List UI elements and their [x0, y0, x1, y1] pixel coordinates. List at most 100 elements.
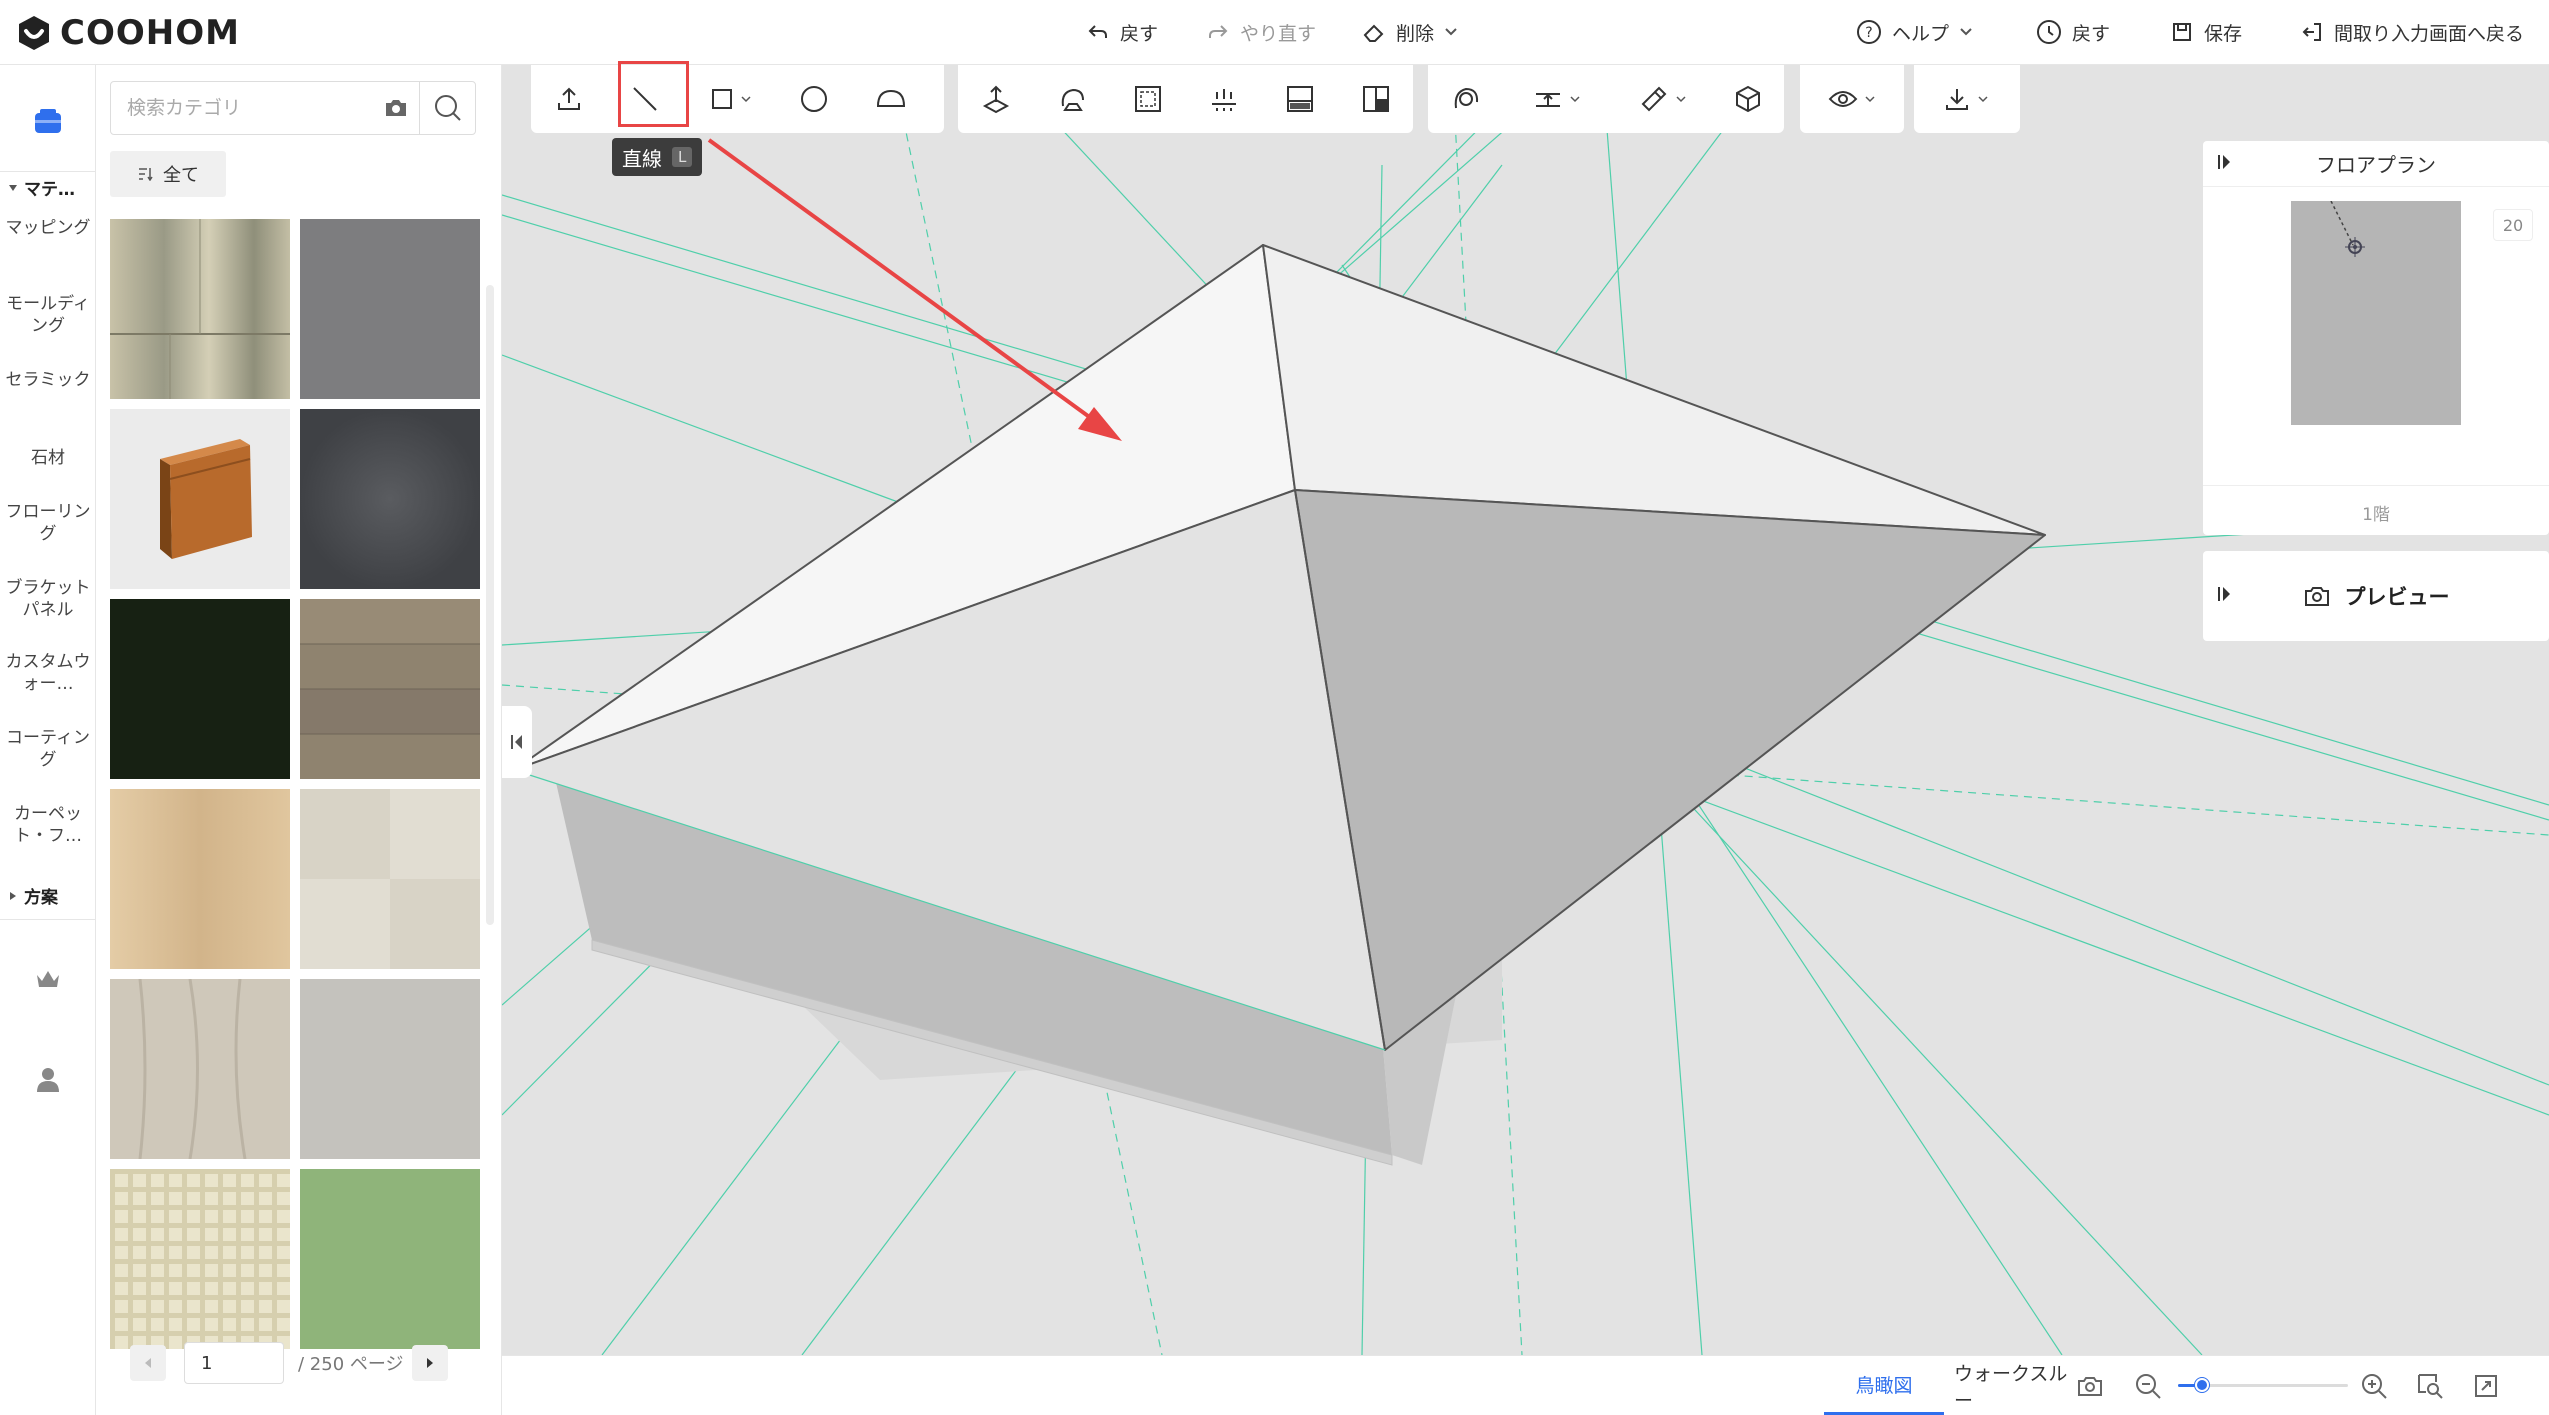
left-rail: マテ… マッピング モールディング セラミック 石材 フローリング ブラケットパ…: [0, 65, 96, 1415]
gray-fabric-swatch: [300, 219, 480, 399]
rail-item-carpet[interactable]: カーペット・フ…: [4, 803, 92, 847]
back-label: 間取り入力画面へ戻る: [2334, 22, 2525, 45]
material-section-toggle[interactable]: マテ…: [8, 175, 75, 200]
orbit-tool[interactable]: [1436, 73, 1496, 125]
undo-label: 戻す: [1120, 22, 1159, 45]
zoom-selection-button[interactable]: [2414, 1370, 2446, 1402]
export-tool-group: [1914, 65, 2020, 133]
section-tool[interactable]: [1270, 73, 1330, 125]
wood-skirting-swatch: [110, 409, 290, 589]
fit-view-button[interactable]: [2470, 1370, 2502, 1402]
circle-icon: [801, 86, 827, 112]
upload-tool[interactable]: [539, 73, 599, 125]
material-tile[interactable]: [300, 789, 480, 969]
rectangle-tool[interactable]: [691, 73, 771, 125]
rail-item-bracket-panel[interactable]: ブラケットパネル: [4, 577, 92, 621]
plan-section-toggle[interactable]: 方案: [8, 883, 58, 908]
material-tab[interactable]: [0, 85, 96, 157]
rail-item-ceramic[interactable]: セラミック: [4, 369, 92, 391]
back-to-floorplan-button[interactable]: 間取り入力画面へ戻る: [2300, 14, 2524, 50]
zoom-slider-handle[interactable]: [2194, 1378, 2209, 1392]
layers-tool[interactable]: [1346, 73, 1406, 125]
plan-section-label: 方案: [24, 888, 58, 908]
premium-crown-button[interactable]: [0, 955, 96, 1003]
next-page-button[interactable]: [412, 1345, 448, 1381]
camera-icon: [386, 100, 406, 116]
rotate-tool[interactable]: [1042, 73, 1102, 125]
push-pull-tool[interactable]: [966, 73, 1026, 125]
view-tool[interactable]: [1808, 73, 1896, 125]
paint-tool[interactable]: [1618, 73, 1708, 125]
search-input[interactable]: [111, 82, 373, 134]
material-tile[interactable]: [110, 789, 290, 969]
exit-icon: [2302, 23, 2321, 41]
circle-tool[interactable]: [784, 73, 844, 125]
page-input[interactable]: [184, 1342, 284, 1384]
export-tool[interactable]: [1922, 73, 2010, 125]
floorplan-toggle-button[interactable]: [2217, 153, 2233, 175]
search-button[interactable]: [419, 82, 475, 134]
tab-walkthrough[interactable]: ウォークスルー: [1954, 1356, 2082, 1415]
arc-tool[interactable]: [861, 73, 921, 125]
tooltip-label: 直線: [622, 146, 662, 171]
prev-page-button[interactable]: [130, 1345, 166, 1381]
filter-all-button[interactable]: 全て: [110, 151, 226, 197]
floorplan-minimap[interactable]: [2291, 200, 2461, 425]
tab-birdseye[interactable]: 鳥瞰図: [1824, 1356, 1944, 1415]
zoom-out-button[interactable]: [2132, 1370, 2164, 1402]
material-tile[interactable]: [300, 979, 480, 1159]
image-search-button[interactable]: [373, 82, 419, 134]
rail-item-coating[interactable]: コーティング: [4, 727, 92, 771]
rail-item-custom-wall[interactable]: カスタムウォー…: [4, 651, 92, 695]
material-tile[interactable]: [110, 978, 290, 1160]
group-tool[interactable]: [1718, 73, 1778, 125]
screenshot-button[interactable]: [2074, 1370, 2106, 1402]
redo-button[interactable]: やり直す: [1206, 14, 1316, 50]
history-button[interactable]: 戻す: [2036, 14, 2110, 50]
rail-item-flooring[interactable]: フローリング: [4, 501, 92, 545]
collapse-panel-button[interactable]: [502, 706, 532, 778]
undo-button[interactable]: 戻す: [1086, 14, 1158, 50]
material-tile[interactable]: [300, 599, 480, 779]
sort-icon: [139, 168, 153, 181]
material-tile[interactable]: [300, 409, 480, 589]
dark-green-swatch: [110, 599, 290, 779]
align-tool[interactable]: [1194, 73, 1254, 125]
floorplan-scale[interactable]: 20: [2493, 209, 2533, 241]
rail-divider: [0, 919, 96, 920]
floorplan-panel: フロアプラン 20 1階: [2203, 141, 2549, 535]
panel-scrollbar[interactable]: [486, 285, 494, 925]
rail-item-stone[interactable]: 石材: [4, 447, 92, 469]
green-plaster-swatch: [300, 1169, 480, 1349]
material-tile[interactable]: [110, 409, 290, 589]
split-panel-icon: [1363, 86, 1389, 112]
preview-toggle-button[interactable]: [2217, 584, 2233, 608]
material-tile[interactable]: [300, 219, 480, 399]
help-button[interactable]: ? ヘルプ: [1856, 14, 1973, 50]
redo-label: やり直す: [1240, 22, 1317, 45]
material-tile[interactable]: [110, 219, 290, 399]
white-oak-swatch: [110, 978, 290, 1160]
floor-selector[interactable]: 1階: [2203, 485, 2549, 525]
offset-tool[interactable]: [1118, 73, 1178, 125]
save-button[interactable]: 保存: [2170, 14, 2242, 50]
material-tile[interactable]: [300, 1169, 480, 1349]
chevron-down-icon: [1978, 96, 1988, 103]
zoom-slider[interactable]: [2178, 1378, 2348, 1392]
user-button[interactable]: [0, 1055, 96, 1103]
save-icon: [2173, 23, 2191, 41]
download-icon: [1946, 89, 1968, 110]
dimension-tool[interactable]: [1512, 73, 1602, 125]
delete-button[interactable]: 削除: [1362, 14, 1458, 50]
rail-item-mapping[interactable]: マッピング: [4, 217, 92, 239]
top-bar: COOHOM 戻す やり直す 削除 ? ヘルプ 戻す 保存 間取り入力画面へ戻る: [0, 0, 2549, 65]
zoom-in-button[interactable]: [2358, 1370, 2390, 1402]
line-tool[interactable]: [615, 73, 675, 125]
preview-panel[interactable]: プレビュー: [2203, 551, 2549, 641]
line-icon: [633, 87, 657, 111]
draw-tool-group: [531, 65, 944, 133]
material-tile[interactable]: [110, 1169, 290, 1349]
zoom-region-icon: [2418, 1374, 2443, 1399]
rail-item-molding[interactable]: モールディング: [4, 293, 92, 337]
material-tile[interactable]: [110, 599, 290, 779]
